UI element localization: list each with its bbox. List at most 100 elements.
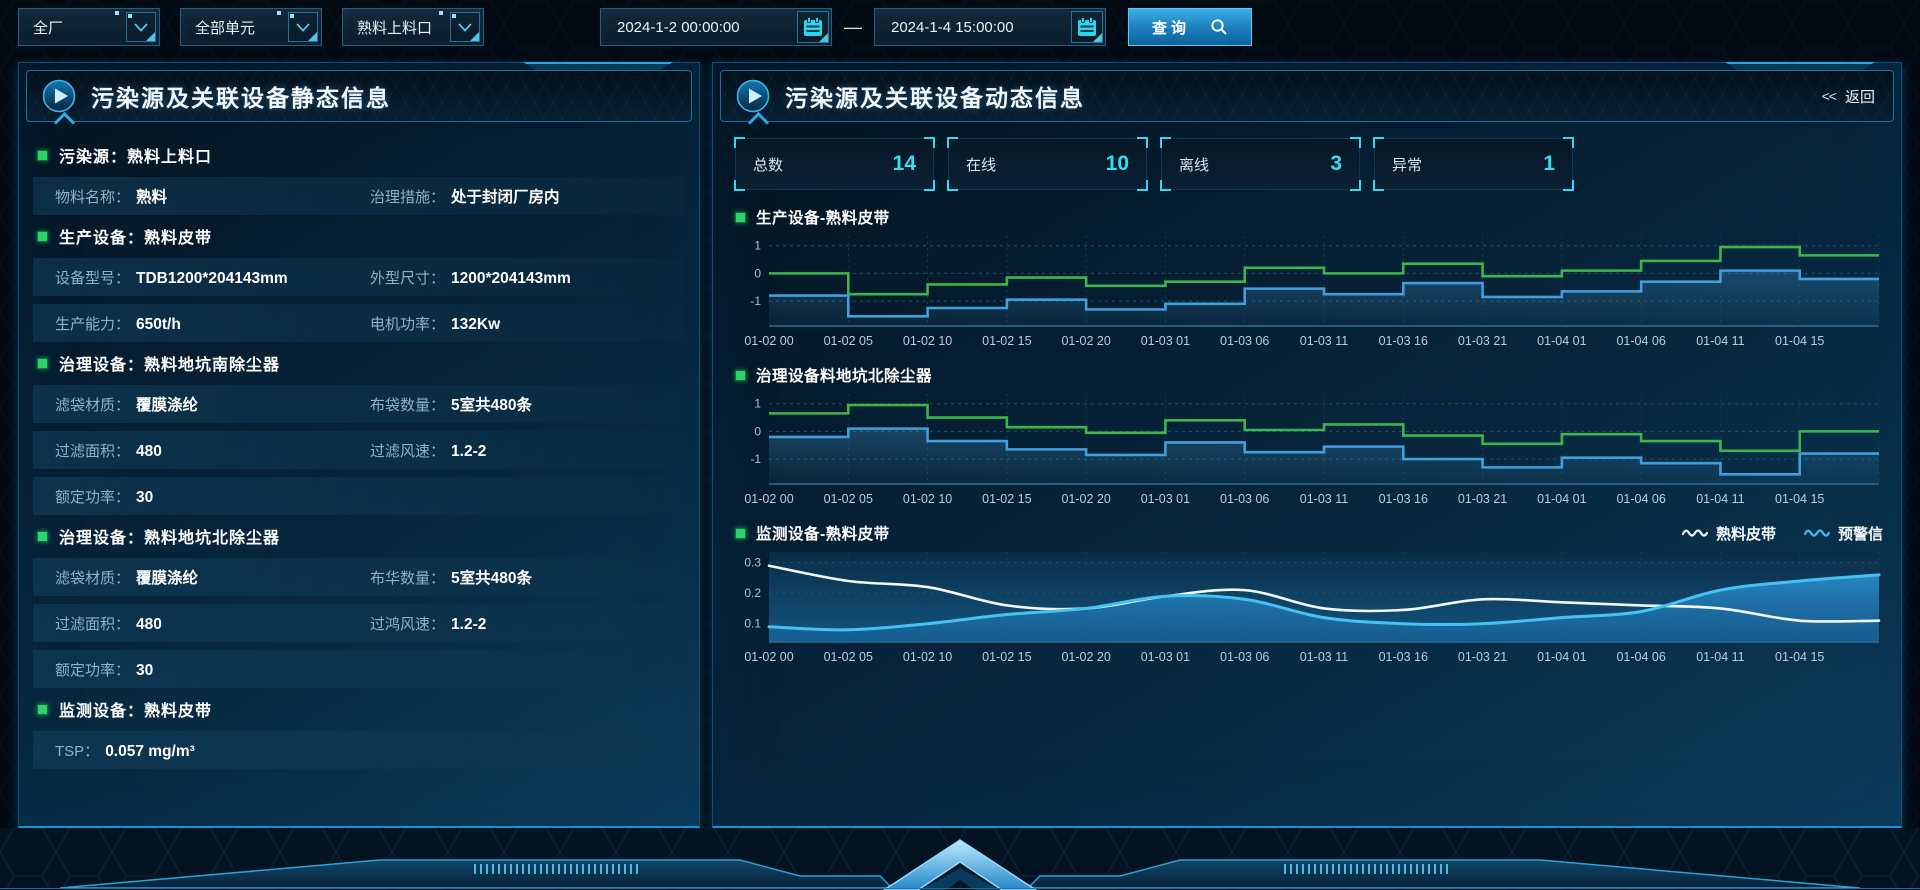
info-label: 物料名称：: [55, 186, 130, 207]
info-value: 1.2-2: [451, 616, 486, 634]
info-cell: 设备型号：TDB1200*204143mm: [55, 267, 370, 288]
svg-text:01-04 06: 01-04 06: [1616, 650, 1665, 664]
step-chart-svg: 10-101-02 0001-02 0501-02 1001-02 1501-0…: [735, 388, 1885, 510]
query-button-label: 查询: [1152, 17, 1190, 38]
info-cell: 布华数量：5室共480条: [370, 566, 685, 588]
plant-select[interactable]: 全厂: [18, 8, 160, 46]
info-label: 过鸿风速：: [370, 613, 445, 634]
green-square-bullet-icon: [37, 231, 48, 242]
info-cell: 额定功率：30: [55, 659, 370, 680]
svg-text:0: 0: [754, 424, 761, 438]
info-cell: 物料名称：熟料: [55, 185, 370, 207]
svg-text:-1: -1: [750, 294, 761, 308]
info-cell: 过滤面积：480: [55, 613, 370, 634]
svg-text:01-02 15: 01-02 15: [982, 334, 1031, 348]
svg-text:01-03 11: 01-03 11: [1300, 650, 1348, 664]
svg-text:01-02 00: 01-02 00: [744, 650, 793, 664]
info-cell: 治理措施：处于封闭厂房内: [370, 185, 685, 207]
info-label: 设备型号：: [55, 267, 130, 288]
svg-text:01-02 20: 01-02 20: [1061, 334, 1110, 348]
info-value: 650t/h: [136, 316, 181, 334]
info-value: 覆膜涤纶: [136, 393, 198, 415]
corner-bracket-decoration: [1350, 137, 1361, 148]
corner-bracket-decoration: [1160, 180, 1171, 191]
info-row: 滤袋材质：覆膜涤纶布袋数量：5室共480条: [33, 385, 685, 423]
svg-text:01-02 05: 01-02 05: [824, 650, 873, 664]
svg-text:01-04 11: 01-04 11: [1696, 492, 1744, 506]
chevron-down-icon[interactable]: [288, 12, 318, 42]
svg-text:1: 1: [754, 239, 761, 253]
legend-item[interactable]: 熟料皮带: [1682, 523, 1776, 544]
svg-text:01-03 11: 01-03 11: [1300, 492, 1348, 506]
end-datetime-input[interactable]: 2024-1-4 15:00:00: [874, 8, 1106, 46]
svg-text:01-03 21: 01-03 21: [1458, 492, 1507, 506]
double-chevron-left-icon: <<: [1822, 88, 1836, 104]
info-row: 额定功率：30: [33, 650, 685, 688]
info-label: 生产能力：: [55, 313, 130, 334]
back-button[interactable]: << 返回: [1822, 86, 1875, 107]
svg-text:01-03 21: 01-03 21: [1458, 650, 1507, 664]
info-value: 1200*204143mm: [451, 270, 571, 288]
start-datetime-input[interactable]: 2024-1-2 00:00:00: [600, 8, 832, 46]
svg-text:01-04 06: 01-04 06: [1616, 492, 1665, 506]
stat-value: 1: [1543, 152, 1555, 176]
back-button-label: 返回: [1845, 86, 1875, 107]
svg-text:0.1: 0.1: [744, 617, 761, 631]
info-cell: 布袋数量：5室共480条: [370, 393, 685, 415]
svg-text:01-02 15: 01-02 15: [982, 650, 1031, 664]
green-square-bullet-icon: [735, 370, 746, 381]
info-label: 过滤面积：: [55, 613, 130, 634]
calendar-icon[interactable]: [1071, 11, 1103, 43]
svg-text:01-02 20: 01-02 20: [1061, 492, 1110, 506]
svg-text:01-04 01: 01-04 01: [1537, 492, 1586, 506]
calendar-glyph: [802, 16, 824, 38]
svg-text:0.2: 0.2: [744, 586, 761, 600]
footer-decoration: [0, 828, 1920, 890]
svg-text:0.3: 0.3: [744, 556, 761, 570]
green-square-bullet-icon: [735, 528, 746, 539]
info-row: 设备型号：TDB1200*204143mm外型尺寸：1200*204143mm: [33, 258, 685, 296]
svg-text:01-04 15: 01-04 15: [1775, 492, 1824, 506]
calendar-icon[interactable]: [797, 11, 829, 43]
chart-block-2: 监测设备-熟料皮带 熟料皮带 预警信 0.3 0.2 0.1 01-02 00 01-02 0…: [735, 520, 1889, 668]
svg-text:01-02 20: 01-02 20: [1061, 650, 1110, 664]
svg-text:01-02 10: 01-02 10: [903, 334, 952, 348]
svg-text:01-03 06: 01-03 06: [1220, 650, 1269, 664]
svg-text:-1: -1: [750, 452, 761, 466]
info-label: TSP：: [55, 740, 99, 761]
chart-block-1: 治理设备料地坑北除尘器10-101-02 0001-02 0501-02 100…: [735, 362, 1889, 510]
stat-label: 异常: [1392, 154, 1422, 175]
unit-select[interactable]: 全部单元: [180, 8, 322, 46]
legend-item[interactable]: 预警信: [1804, 523, 1883, 544]
device-stats-row: 总数14在线10离线3异常1: [713, 122, 1901, 194]
section-title-label: 生产设备：熟料皮带: [59, 224, 212, 248]
legend-label: 预警信: [1838, 523, 1883, 544]
line-chart-svg: 0.3 0.2 0.1 01-02 00 01-02 05 01-02 10 01-02 1…: [735, 546, 1885, 668]
svg-text:01-04 11: 01-04 11: [1696, 650, 1744, 664]
info-cell: 滤袋材质：覆膜涤纶: [55, 393, 370, 415]
chevron-down-icon[interactable]: [450, 12, 480, 42]
query-button[interactable]: 查询: [1128, 8, 1252, 46]
pollution-source-select[interactable]: 熟料上料口: [342, 8, 484, 46]
green-square-bullet-icon: [735, 212, 746, 223]
info-row: 过滤面积：480过滤风速：1.2-2: [33, 431, 685, 469]
dynamic-info-title: 污染源及关联设备动态信息: [785, 79, 1085, 113]
svg-text:01-04 15: 01-04 15: [1775, 334, 1824, 348]
corner-bracket-decoration: [1137, 137, 1148, 148]
section-title: 污染源：熟料上料口: [37, 142, 685, 168]
pollution-source-select-value: 熟料上料口: [357, 17, 432, 38]
info-cell: 过鸿风速： 1.2-2: [370, 613, 685, 634]
dynamic-info-panel: 污染源及关联设备动态信息 << 返回 总数14在线10离线3异常1 生产设备-熟…: [712, 62, 1902, 828]
svg-text:01-04 15: 01-04 15: [1775, 650, 1824, 664]
svg-text:01-02 10: 01-02 10: [903, 650, 952, 664]
corner-bracket-decoration: [947, 137, 958, 148]
info-row: 过滤面积：480过鸿风速： 1.2-2: [33, 604, 685, 642]
info-value: 480: [136, 443, 162, 461]
chevron-down-icon[interactable]: [126, 12, 156, 42]
corner-bracket-decoration: [1563, 137, 1574, 148]
chart-title-row: 监测设备-熟料皮带 熟料皮带 预警信: [735, 520, 1889, 546]
svg-text:0: 0: [754, 266, 761, 280]
dynamic-info-header: 污染源及关联设备动态信息 << 返回: [720, 70, 1894, 122]
corner-bracket-decoration: [734, 180, 745, 191]
chart-title: 监测设备-熟料皮带: [756, 522, 890, 544]
